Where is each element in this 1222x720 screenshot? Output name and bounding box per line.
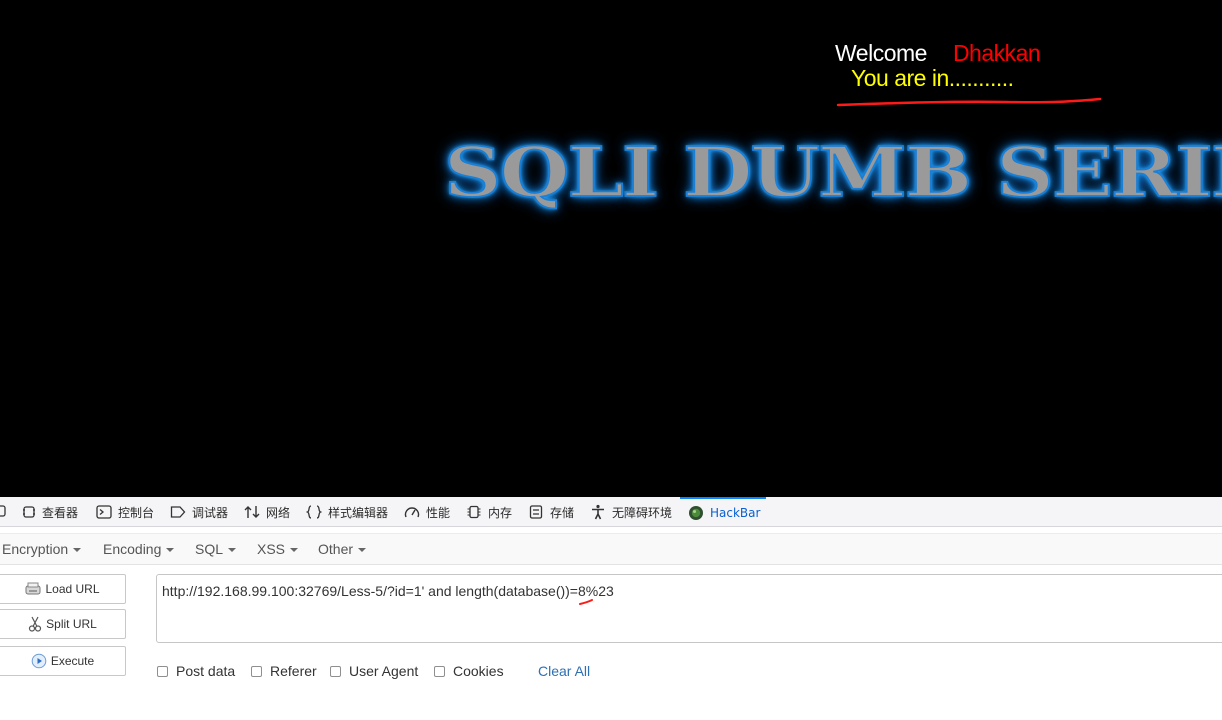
menu-sql[interactable]: SQL xyxy=(195,541,237,557)
scissors-icon xyxy=(29,616,42,632)
tab-label: 存储 xyxy=(550,505,575,520)
inspector-icon xyxy=(23,506,35,518)
tab-storage[interactable]: 存储 xyxy=(528,497,574,527)
red-underline-annotation xyxy=(836,97,1102,107)
option-label: Post data xyxy=(176,663,236,679)
menu-label: SQL xyxy=(195,541,224,557)
tab-label: HackBar xyxy=(710,506,761,520)
login-status-text: You are in........... xyxy=(851,65,1014,91)
option-label: Referer xyxy=(270,663,317,679)
menu-other[interactable]: Other xyxy=(318,541,367,557)
devtools-panel: 查看器 控制台 调试器 网络 样式编辑器 性能 内存 存储 无障碍环境 Hack… xyxy=(0,497,1222,720)
element-picker-icon xyxy=(0,505,6,517)
welcome-text: Welcome xyxy=(835,40,927,66)
welcome-line: Welcome Dhakkan xyxy=(835,40,1041,67)
accessibility-icon xyxy=(592,504,604,520)
tab-label: 内存 xyxy=(488,505,513,520)
chevron-down-icon xyxy=(290,548,299,553)
tab-style-editor[interactable]: 样式编辑器 xyxy=(306,497,388,527)
option-label: Cookies xyxy=(453,663,504,679)
menu-label: Encryption xyxy=(2,541,69,557)
web-page-viewport: Welcome Dhakkan You are in........... SQL… xyxy=(0,0,1222,497)
tab-performance[interactable]: 性能 xyxy=(404,497,450,527)
menu-label: XSS xyxy=(257,541,286,557)
load-url-button[interactable]: Load URL xyxy=(0,574,126,604)
cookies-option[interactable]: Cookies xyxy=(434,663,504,679)
menu-label: Other xyxy=(318,541,354,557)
menu-encryption[interactable]: Encryption xyxy=(2,541,82,557)
tab-accessibility[interactable]: 无障碍环境 xyxy=(590,497,672,527)
menu-encoding[interactable]: Encoding xyxy=(103,541,175,557)
tab-label: 性能 xyxy=(426,505,451,520)
storage-icon xyxy=(529,505,543,519)
tab-debugger[interactable]: 调试器 xyxy=(170,497,228,527)
tab-label: 网络 xyxy=(266,505,291,520)
red-mark-annotation xyxy=(579,599,593,605)
post-data-option[interactable]: Post data xyxy=(157,663,235,679)
menu-label: Encoding xyxy=(103,541,162,557)
tab-label: 查看器 xyxy=(42,505,79,520)
button-label: Execute xyxy=(50,654,95,668)
menu-xss[interactable]: XSS xyxy=(257,541,299,557)
performance-icon xyxy=(404,507,420,518)
tab-network[interactable]: 网络 xyxy=(244,497,290,527)
execute-button[interactable]: Execute xyxy=(0,646,126,676)
chevron-down-icon xyxy=(73,548,82,553)
chevron-down-icon xyxy=(228,548,237,553)
url-textarea[interactable]: http://192.168.99.100:32769/Less-5/?id=1… xyxy=(156,574,1222,643)
sqli-banner: SQLI DUMB SERIES xyxy=(443,132,1222,212)
tab-label: 调试器 xyxy=(192,505,229,520)
hackbar-menu-bar: Encryption Encoding SQL XSS Other xyxy=(0,533,1222,565)
username-text: Dhakkan xyxy=(952,40,1041,66)
hackbar-icon xyxy=(689,506,703,520)
tab-label: 无障碍环境 xyxy=(612,505,673,520)
play-icon xyxy=(31,653,47,669)
referer-checkbox[interactable] xyxy=(251,665,262,677)
memory-icon xyxy=(467,505,481,519)
load-icon xyxy=(25,582,41,595)
cookies-checkbox[interactable] xyxy=(434,665,445,677)
chevron-down-icon xyxy=(166,548,175,553)
url-text: http://192.168.99.100:32769/Less-5/?id=1… xyxy=(162,583,614,599)
split-url-button[interactable]: Split URL xyxy=(0,609,126,639)
referer-option[interactable]: Referer xyxy=(251,663,317,679)
style-editor-icon xyxy=(306,505,322,519)
post-data-checkbox[interactable] xyxy=(157,665,168,677)
clear-all-link[interactable]: Clear All xyxy=(538,663,590,679)
user-agent-option[interactable]: User Agent xyxy=(330,663,418,679)
console-icon xyxy=(96,505,112,519)
devtools-toolbar: 查看器 控制台 调试器 网络 样式编辑器 性能 内存 存储 无障碍环境 Hack… xyxy=(0,497,1222,527)
element-picker-button[interactable] xyxy=(0,497,14,527)
tab-console[interactable]: 控制台 xyxy=(96,497,154,527)
button-label: Split URL xyxy=(46,617,97,631)
chevron-down-icon xyxy=(358,548,367,553)
tab-memory[interactable]: 内存 xyxy=(466,497,512,527)
user-agent-checkbox[interactable] xyxy=(330,665,341,677)
option-label: User Agent xyxy=(349,663,419,679)
tab-hackbar[interactable]: HackBar xyxy=(680,497,766,527)
debugger-icon xyxy=(170,506,186,518)
button-label: Load URL xyxy=(45,582,100,596)
tab-inspector[interactable]: 查看器 xyxy=(22,497,78,527)
network-icon xyxy=(244,506,260,518)
tab-label: 控制台 xyxy=(118,505,155,520)
tab-label: 样式编辑器 xyxy=(328,505,389,520)
